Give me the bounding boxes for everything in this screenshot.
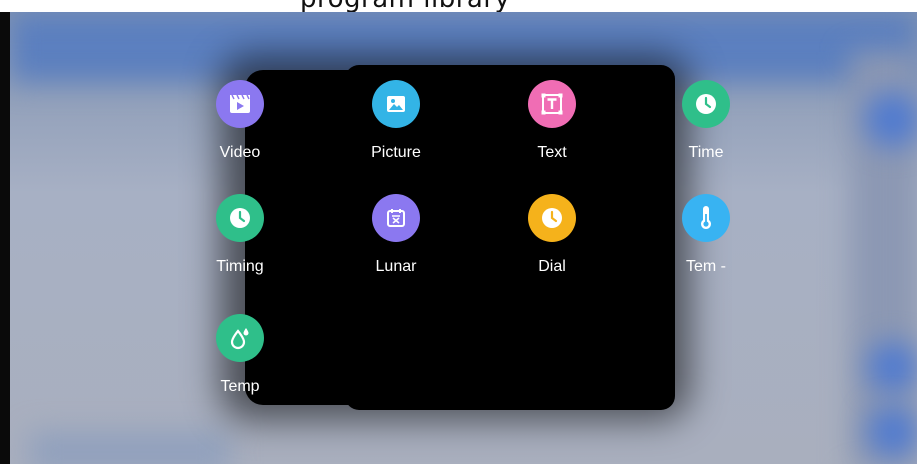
item-temperature[interactable]: Tem - xyxy=(661,194,751,304)
item-label: Temp xyxy=(220,378,260,395)
item-label: Video xyxy=(219,144,261,161)
top-strip: program library xyxy=(0,0,917,12)
item-text[interactable]: Text xyxy=(507,80,597,190)
item-lunar[interactable]: Lunar xyxy=(351,194,441,304)
clock-icon xyxy=(528,194,576,242)
background-button xyxy=(868,342,917,392)
item-label: Picture xyxy=(371,144,421,161)
item-label: Time xyxy=(688,144,724,161)
calendar-icon xyxy=(372,194,420,242)
item-dial[interactable]: Dial xyxy=(507,194,597,304)
clock-icon xyxy=(682,80,730,128)
item-video[interactable]: Video xyxy=(195,80,285,190)
text-icon xyxy=(528,80,576,128)
background-button xyxy=(865,92,917,147)
page-heading: program library xyxy=(300,0,510,12)
item-timing[interactable]: Timing xyxy=(195,194,285,304)
video-icon xyxy=(216,80,264,128)
frame-edge xyxy=(0,12,10,464)
item-label: Lunar xyxy=(375,258,417,275)
item-label: Timing xyxy=(216,258,264,275)
item-label: Dial xyxy=(538,258,566,275)
picture-icon xyxy=(372,80,420,128)
item-picture[interactable]: Picture xyxy=(351,80,441,190)
item-humidity[interactable]: Temp xyxy=(195,314,285,424)
clock-icon xyxy=(216,194,264,242)
humidity-icon xyxy=(216,314,264,362)
background-footer xyxy=(30,432,230,464)
thermometer-icon xyxy=(682,194,730,242)
item-time[interactable]: Time xyxy=(661,80,751,190)
background-button xyxy=(868,407,917,457)
item-label: Text xyxy=(537,144,567,161)
item-label: Tem - xyxy=(686,258,726,275)
